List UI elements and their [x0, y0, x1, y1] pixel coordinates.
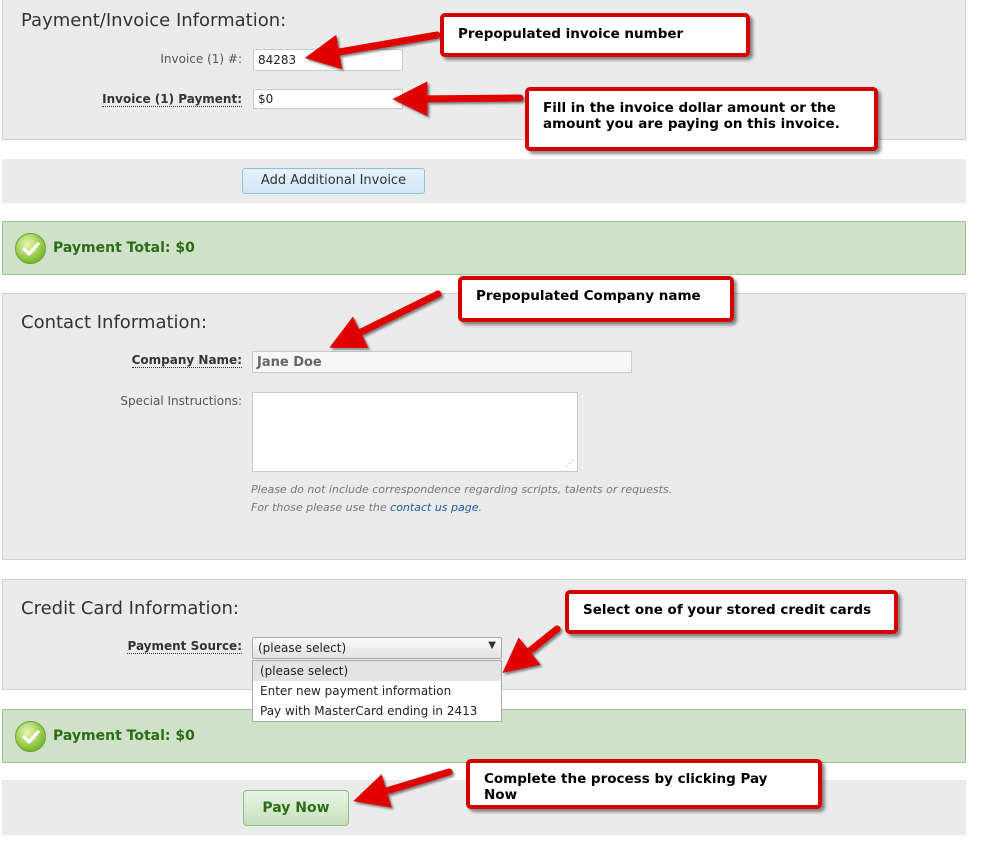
check-circle-icon — [15, 233, 46, 264]
dropdown-option[interactable]: Pay with MasterCard ending in 2413 — [253, 701, 501, 721]
callout-pay-now: Complete the process by clicking Pay Now — [466, 759, 822, 809]
payment-total-text: Payment Total: $0 — [53, 240, 195, 256]
check-circle-icon — [15, 721, 46, 752]
payment-total-text: Payment Total: $0 — [53, 728, 195, 744]
callout-credit-cards: Select one of your stored credit cards — [565, 590, 898, 634]
payment-total-panel-top: Payment Total: $0 — [2, 221, 966, 275]
dropdown-option[interactable]: Enter new payment information — [253, 681, 501, 701]
resize-handle-icon[interactable]: ⋰ — [566, 459, 574, 468]
company-name-label: Company Name: — [131, 353, 242, 368]
invoice-section-title: Payment/Invoice Information: — [21, 10, 287, 31]
contact-hint-prefix: For those please use the — [251, 501, 391, 514]
contact-hint-suffix: . — [478, 501, 483, 514]
invoice-number-input[interactable]: 84283 — [253, 49, 403, 71]
payment-source-dropdown: (please select) Enter new payment inform… — [252, 660, 502, 722]
payment-source-label: Payment Source: — [127, 639, 242, 654]
callout-invoice-amount: Fill in the invoice dollar amount or the… — [525, 87, 878, 151]
payment-source-selected: (please select) — [258, 641, 347, 655]
add-additional-invoice-button[interactable]: Add Additional Invoice — [242, 168, 425, 194]
contact-hint-line1: Please do not include correspondence reg… — [251, 483, 673, 496]
credit-section-title: Credit Card Information: — [21, 598, 239, 619]
add-invoice-strip — [2, 159, 966, 203]
contact-panel: Contact Information: Company Name: Jane … — [2, 293, 966, 560]
callout-invoice-number: Prepopulated invoice number — [440, 13, 750, 57]
pay-now-button[interactable]: Pay Now — [243, 790, 349, 826]
invoice-payment-label: Invoice (1) Payment: — [102, 92, 242, 107]
payment-source-select[interactable]: (please select) ▼ — [252, 637, 502, 659]
special-instructions-label: Special Instructions: — [120, 394, 242, 408]
contact-hint-line2: For those please use the contact us page… — [251, 501, 482, 514]
invoice-payment-input[interactable]: $0 — [253, 89, 403, 109]
contact-us-link[interactable]: contact us page — [390, 501, 478, 514]
contact-section-title: Contact Information: — [21, 312, 208, 333]
dropdown-option[interactable]: (please select) — [253, 661, 501, 681]
chevron-down-icon[interactable]: ▼ — [488, 640, 496, 651]
company-name-input[interactable]: Jane Doe — [252, 351, 632, 373]
special-instructions-textarea[interactable]: ⋰ — [252, 392, 578, 472]
callout-company-name: Prepopulated Company name — [458, 276, 734, 322]
invoice-number-label: Invoice (1) #: — [160, 52, 242, 66]
